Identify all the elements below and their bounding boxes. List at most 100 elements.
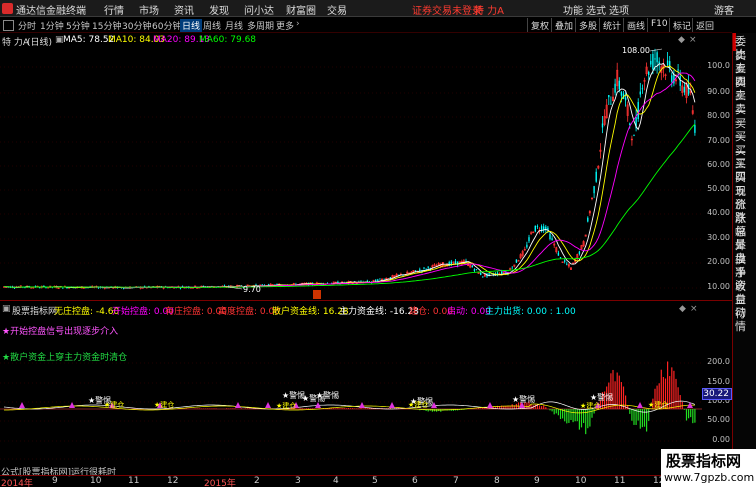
period-5min[interactable]: 5分钟 [66,19,90,32]
toolbar-diejia-button[interactable]: 叠加 [551,18,576,32]
period-more[interactable]: 更多 [276,19,294,32]
candle-body [614,83,616,93]
side-panel-item[interactable]: 行情 [735,307,756,333]
period-30min[interactable]: 30分钟 [122,19,151,32]
period-monthly[interactable]: 月线 [225,19,243,32]
app-title: 通达信金融终端 [16,6,86,17]
candle-body [683,87,686,93]
menu-item-gongneng[interactable]: 功能 [563,2,583,17]
candle-body [454,261,457,264]
menu-item-xuanxiang[interactable]: 选项 [609,2,629,17]
time-axis: 2014年 9 10 11 12 2015年 2 3 4 5 6 7 8 9 10 11 12 [0,475,732,487]
candle-body [595,171,597,182]
ind-settings-icon[interactable]: ◆ [679,304,686,314]
menu-item-wenxiaoda[interactable]: 问小达 [244,2,274,17]
time-tick-label: 11 [128,476,140,486]
buy-signal-label: ★建仓 [104,400,124,409]
candle-body [650,60,652,65]
period-daily[interactable]: 日线 [180,19,203,32]
price-tick-label: 10.00 [707,282,730,291]
candle-body [534,225,536,232]
toolbar-fanhui-button[interactable]: 返回 [692,18,717,32]
menu-item-xuanshi[interactable]: 选式 [586,2,606,17]
indicator-header: ▣ 股票指标网 无庄控盘: -4.60 开始控盘: 0.00 有庄控盘: 0.0… [0,303,732,317]
signal-note-clear: ★散户资金上穿主力资金时清仓 [2,353,128,363]
candle-body [694,125,696,133]
quote-side-panel: 委比 卖五 卖四 卖三 卖二 卖一 买一 买二 买三 买四 买五 现价 涨跌 涨幅 总量 外盘 换手 净资 收益 自动… [732,33,756,487]
buy-signal-label: ★建仓 [154,400,174,409]
ind-close-icon[interactable]: × [690,304,698,314]
menu-item-hangqing[interactable]: 行情 [104,2,124,17]
candle-body [652,53,654,70]
high-price-pointer [649,48,663,52]
settings-gear-icon[interactable]: ◆ [678,35,685,45]
indicator-icon[interactable]: ▣ [2,304,11,314]
menu-item-jiaoyi[interactable]: 交易 [327,2,347,17]
period-fenshi[interactable]: 分时 [18,19,36,32]
candle-body [633,135,635,136]
candle-body [179,287,182,289]
menu-item-zixun[interactable]: 资讯 [174,2,194,17]
period-15min[interactable]: 15分钟 [92,19,121,32]
candle-body [30,287,33,289]
menu-item-faxian[interactable]: 发现 [209,2,229,17]
period-multi[interactable]: 多周期 [247,19,274,32]
candle-body [637,102,639,120]
toolbar-biaoji-button[interactable]: 标记 [669,18,694,32]
app-window: 通达信金融终端 行情 市场 资讯 发现 问小达 财富圈 交易 证券交易未登录 特… [0,0,756,487]
pane-divider[interactable] [0,300,732,301]
candle-body [536,226,539,228]
app-logo-icon [2,3,13,14]
candle-body [639,91,641,95]
candle-body [414,270,417,272]
price-tick-label: 60.00 [707,160,730,169]
menu-item-caifuquan[interactable]: 财富圈 [286,2,316,17]
candle-body [687,84,690,95]
guest-label[interactable]: 游客 [714,2,734,17]
candle-body [62,287,64,289]
toolbar-duogu-button[interactable]: 多股 [575,18,600,32]
toolbar-fuquan-button[interactable]: 复权 [527,18,552,32]
candle-body [419,269,421,271]
toolbar-f10-button[interactable]: F10 [647,18,671,32]
start-signal-triangle [265,402,271,408]
candle-body [425,268,427,270]
price-tick-label: 70.00 [707,136,730,145]
time-tick-label: 11 [614,476,626,486]
candle-body [654,58,656,60]
chart-close-icon[interactable]: × [689,35,697,45]
candle-body [450,261,452,265]
indicator-tick-label: 150.0 [707,377,730,386]
chevron-right-icon[interactable]: › [296,19,300,29]
candle-body [456,261,459,266]
candle-body [488,273,490,275]
watermark-url: www.7gpzb.com [664,471,755,484]
toolbar: 复权 叠加 多股 统计 画线 F10 标记 返回 [527,17,756,33]
period-60min[interactable]: 60分钟 [152,19,181,32]
time-tick-label: 3 [295,476,301,486]
price-axis: 100.0 90.00 80.00 70.00 60.00 50.00 40.00 30.00… [702,47,732,300]
period-1min[interactable]: 1分钟 [40,19,64,32]
toolbar-tongji-button[interactable]: 统计 [599,18,624,32]
main-price-chart[interactable]: 108.00 9.70 [0,47,732,300]
period-weekly[interactable]: 周线 [203,19,221,32]
start-signal-triangle [19,402,25,408]
price-tick-label: 90.00 [707,87,730,96]
toolbar-huaxian-button[interactable]: 画线 [623,18,648,32]
candle-body [543,226,545,230]
indicator-tick-label: 200.0 [707,357,730,366]
login-alert[interactable]: 证券交易未登录 [412,2,482,17]
candle-body [427,266,429,268]
candle-body [389,277,392,279]
menu-item-shichang[interactable]: 市场 [139,2,159,17]
panel-toggle-icon[interactable] [3,20,14,31]
candle-body [656,52,658,63]
indicator-chart[interactable]: ★警惕★警惕★警惕★警惕★警惕 ★警惕 ★警惕★建仓 ★建仓 ★建仓 ★建仓 ★建仓 ★建仓 [0,316,732,464]
cursor-value-box: 30.22 [702,388,732,400]
buy-signal-label: ★建仓 [648,400,668,409]
price-tick-label: 20.00 [707,257,730,266]
candle-body [501,271,503,275]
time-tick-label: 7 [453,476,459,486]
candle-body [480,272,482,275]
candle-body [528,237,530,242]
